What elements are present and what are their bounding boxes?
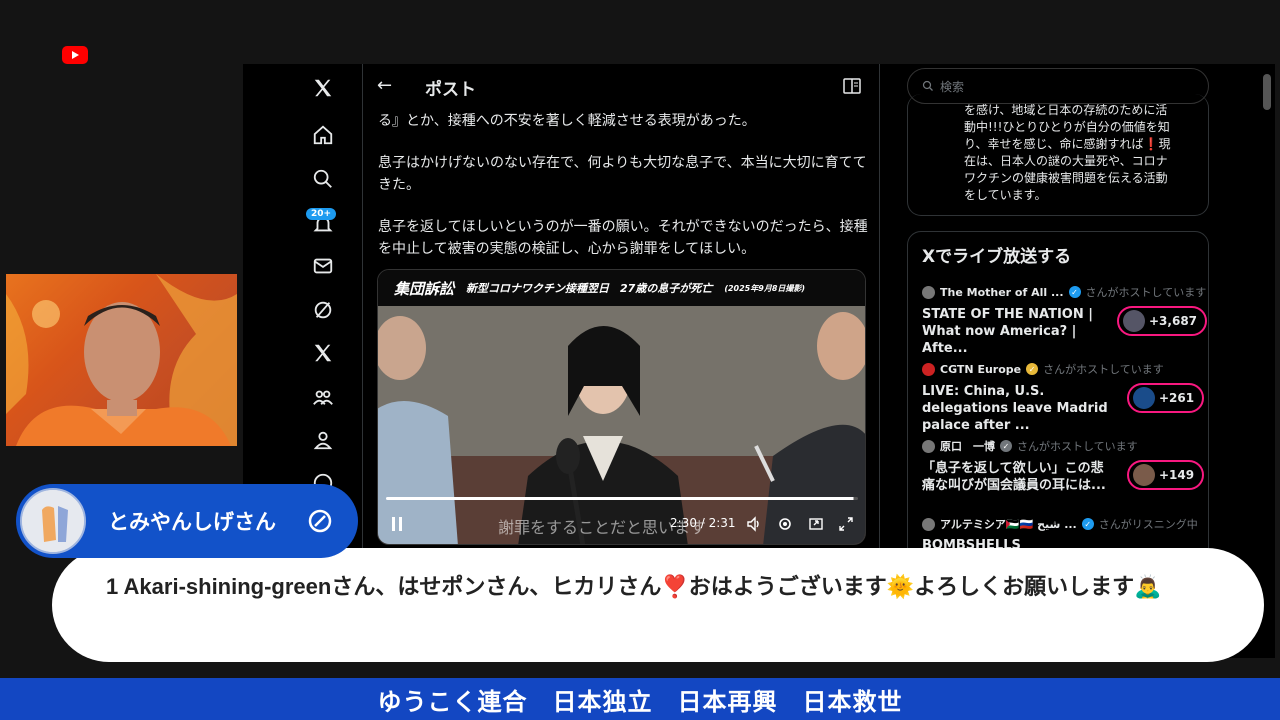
stream-overlay: 20+ ← ポスト る』とか、接種への不安を著しく軽減させる表現があった。 息子… [0, 0, 1280, 720]
chat-author-box: とみやんしげさん [16, 484, 358, 558]
live-host-row[interactable]: The Mother of All ... ✓ さんがホストしています [922, 284, 1206, 300]
avatar [922, 362, 935, 376]
moderator-badge-icon [308, 509, 332, 537]
pause-icon[interactable] [390, 516, 404, 536]
live-item-title[interactable]: 「息子を返して欲しい」この悲痛な叫びが国会議員の耳には... [922, 460, 1112, 494]
chat-author-name: とみやんしげさん [108, 510, 276, 534]
video-caption-date: (2025年9月8日撮影) [724, 283, 806, 293]
live-listener-pill[interactable]: +3,687 [1117, 306, 1208, 336]
bio-line: 動中!!!ひとりひとりが自分の価値を知 [964, 120, 1170, 134]
post-paragraph: 息子を返してほしいというのが一番の願い。それができないのだったら、接種を中止して… [378, 219, 868, 257]
video-player[interactable]: 集団訴訟 新型コロナワクチン接種翌日 27歳の息子が死亡 (2025年9月8日撮… [377, 269, 866, 545]
pip-icon[interactable] [808, 516, 824, 536]
bio-line: 在は、日本人の謎の大量死や、コロナ [964, 154, 1168, 168]
x-logo-icon[interactable] [309, 74, 337, 102]
host-status: さんがホストしています [1085, 286, 1207, 299]
ticker-text: ゆうこく連合 日本独立 日本再興 日本救世 [377, 688, 903, 716]
volume-icon[interactable] [746, 516, 762, 536]
search-icon [922, 80, 933, 91]
profile-icon[interactable] [309, 426, 337, 454]
bio-line: を感け、地域と日本の存続のために活 [964, 103, 1168, 117]
verified-icon: ✓ [1081, 518, 1094, 530]
arrow-left-icon[interactable]: ← [377, 75, 392, 96]
youtube-icon [62, 46, 88, 64]
communities-icon[interactable] [309, 383, 337, 411]
bottom-ticker: ゆうこく連合 日本独立 日本再興 日本救世 [0, 678, 1280, 720]
bio-line: り、幸せを感じ、命に感謝すれば❗現 [964, 137, 1171, 151]
post-paragraph: 息子はかけげないのない存在で、何よりも大切な息子で、本当に大切に育ててきた。 [378, 155, 867, 193]
x-premium-icon[interactable] [309, 339, 337, 367]
profile-bio-card: を感け、地域と日本の存続のために活 動中!!!ひとりひとりが自分の価値を知 り、… [907, 94, 1209, 216]
video-time: 2:30 / 2:31 [670, 516, 736, 530]
video-caption-main: 集団訴訟 [394, 279, 455, 298]
bio-line: をしています。 [964, 188, 1047, 202]
live-item-title[interactable]: LIVE: China, U.S. delegations leave Madr… [922, 383, 1112, 434]
video-caption-bar: 集団訴訟 新型コロナワクチン接種翌日 27歳の息子が死亡 (2025年9月8日撮… [378, 270, 865, 306]
live-host-row[interactable]: 原口 一博 ✓ さんがホストしています [922, 438, 1138, 454]
settings-gear-icon[interactable] [777, 516, 793, 536]
listener-count: +3,687 [1149, 314, 1198, 328]
post-header: ← ポスト [363, 64, 879, 108]
avatar [1133, 387, 1155, 409]
verified-icon: ✓ [1000, 440, 1012, 452]
page-title: ポスト [425, 80, 476, 100]
avatar [922, 285, 935, 299]
avatar [1133, 464, 1155, 486]
video-caption-sub: 新型コロナワクチン接種翌日 27歳の息子が死亡 [466, 282, 713, 295]
live-item-title[interactable]: STATE OF THE NATION | What now America? … [922, 306, 1112, 357]
chat-message-text: 1 Akari-shining-greenさん、はせポンさん、ヒカリさん❣️おは… [106, 574, 1162, 599]
search-input[interactable]: 検索 [907, 68, 1209, 104]
avatar [922, 517, 935, 531]
search-placeholder: 検索 [940, 79, 965, 94]
host-name: The Mother of All ... [940, 285, 1064, 299]
verified-icon: ✓ [1068, 286, 1081, 298]
mail-icon[interactable] [309, 252, 337, 280]
host-status: さんがホストしています [1043, 363, 1164, 376]
post-paragraph: る』とか、接種への不安を著しく軽減させる表現があった。 [378, 113, 756, 129]
verified-icon: ✓ [1026, 363, 1039, 375]
live-host-row[interactable]: アルテミシア🇵🇸🇷🇺 شيح ... ✓ さんがリスニング中 [922, 516, 1198, 532]
notification-badge: 20+ [306, 208, 337, 220]
grok-icon[interactable] [309, 296, 337, 324]
host-name: CGTN Europe [940, 362, 1022, 376]
video-progress-bar[interactable] [386, 497, 858, 500]
search-icon[interactable] [309, 165, 337, 193]
scrollbar[interactable] [1263, 74, 1271, 110]
chat-message-box: 1 Akari-shining-greenさん、はせポンさん、ヒカリさん❣️おは… [52, 548, 1264, 662]
host-name: 原口 一博 [940, 440, 995, 453]
listener-count: +149 [1159, 468, 1195, 482]
avatar [20, 488, 86, 554]
bio-line: ワクチンの健康被害問題を伝える活動 [964, 171, 1168, 185]
avatar [1123, 310, 1145, 332]
video-controls: 謝罪をすることだと思います 2:30 / 2:31 [378, 506, 865, 542]
live-listener-pill[interactable]: +261 [1127, 383, 1205, 413]
host-name: アルテミシア🇵🇸🇷🇺 شيح ... [940, 518, 1077, 531]
host-status: さんがリスニング中 [1098, 518, 1198, 531]
live-host-row[interactable]: CGTN Europe ✓ さんがホストしています [922, 361, 1164, 377]
host-status: さんがホストしています [1017, 440, 1138, 453]
home-icon[interactable] [309, 121, 337, 149]
avatar [922, 439, 935, 453]
webcam-feed [6, 274, 237, 446]
live-card-title: Xでライブ放送する [922, 247, 1072, 267]
listener-count: +261 [1159, 391, 1195, 405]
live-listener-pill[interactable]: +149 [1127, 460, 1205, 490]
fullscreen-icon[interactable] [838, 516, 854, 536]
reader-icon[interactable] [843, 78, 861, 98]
